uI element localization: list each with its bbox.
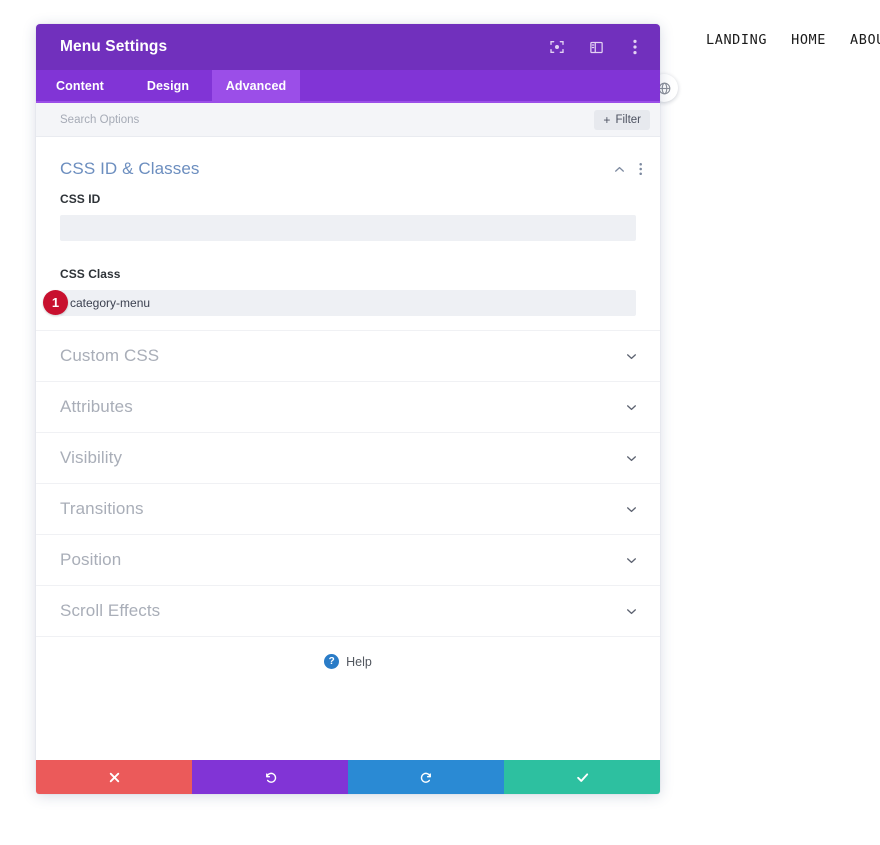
field-label: CSS ID [60, 192, 636, 206]
filter-button[interactable]: + Filter [594, 110, 650, 130]
checkmark-icon [575, 770, 590, 785]
section-row-label: Scroll Effects [60, 601, 625, 621]
nav-item-about[interactable]: ABOUT [850, 32, 880, 48]
field-css-class: CSS Class 1 [36, 262, 660, 316]
section-row-custom-css[interactable]: Custom CSS [36, 330, 660, 381]
chevron-down-icon[interactable] [625, 401, 638, 414]
section-css-id-and-classes: CSS ID & Classes [36, 137, 660, 330]
focus-target-icon[interactable] [548, 38, 566, 56]
menu-settings-modal: Menu Settings [36, 24, 660, 794]
search-bar: + Filter [36, 103, 660, 137]
undo-button[interactable] [192, 760, 348, 794]
section-row-position[interactable]: Position [36, 534, 660, 585]
modal-header: Menu Settings [36, 24, 660, 70]
section-row-label: Position [60, 550, 625, 570]
question-mark-icon: ? [324, 654, 339, 669]
help-area: ? Help [36, 636, 660, 686]
kebab-menu-icon[interactable] [626, 38, 644, 56]
save-button[interactable] [504, 760, 660, 794]
chevron-up-icon[interactable] [613, 163, 626, 176]
nav-item-landing[interactable]: LANDING [706, 32, 767, 48]
section-row-label: Attributes [60, 397, 625, 417]
modal-body: CSS ID & Classes [36, 137, 660, 760]
chevron-down-icon[interactable] [625, 452, 638, 465]
annotation-badge-1: 1 [43, 290, 68, 315]
css-id-input[interactable] [60, 215, 636, 241]
redo-button[interactable] [348, 760, 504, 794]
chevron-down-icon[interactable] [625, 605, 638, 618]
section-header-actions [613, 162, 642, 176]
section-row-label: Custom CSS [60, 346, 625, 366]
section-row-transitions[interactable]: Transitions [36, 483, 660, 534]
field-css-id: CSS ID [36, 187, 660, 241]
close-x-icon [108, 771, 121, 784]
panel-layout-icon[interactable] [587, 38, 605, 56]
plus-icon: + [603, 114, 610, 126]
tab-design[interactable]: Design [124, 70, 212, 101]
screen-root: LANDING HOME ABOUT Menu Settings [0, 0, 880, 845]
site-nav: LANDING HOME ABOUT [706, 32, 880, 48]
filter-button-label: Filter [615, 114, 641, 126]
section-row-label: Transitions [60, 499, 625, 519]
nav-item-home[interactable]: HOME [791, 32, 826, 48]
chevron-down-icon[interactable] [625, 350, 638, 363]
field-label: CSS Class [60, 267, 636, 281]
chevron-down-icon[interactable] [625, 554, 638, 567]
modal-footer [36, 760, 660, 794]
modal-header-actions [548, 38, 644, 56]
kebab-menu-icon[interactable] [639, 162, 642, 176]
section-row-visibility[interactable]: Visibility [36, 432, 660, 483]
section-row-attributes[interactable]: Attributes [36, 381, 660, 432]
modal-tabs: Content Design Advanced [36, 70, 660, 103]
tab-content[interactable]: Content [36, 70, 124, 101]
tab-advanced[interactable]: Advanced [212, 70, 300, 101]
undo-arrow-icon [263, 770, 278, 785]
section-row-label: Visibility [60, 448, 625, 468]
page-title: Menu Settings [60, 38, 548, 56]
section-row-scroll-effects[interactable]: Scroll Effects [36, 585, 660, 636]
help-button-label: Help [346, 655, 372, 669]
css-class-input[interactable] [60, 290, 636, 316]
section-title: CSS ID & Classes [60, 159, 613, 179]
chevron-down-icon[interactable] [625, 503, 638, 516]
redo-arrow-icon [419, 770, 434, 785]
search-input[interactable] [60, 114, 594, 126]
help-button[interactable]: ? Help [324, 654, 372, 669]
field-spacer [36, 241, 660, 262]
cancel-button[interactable] [36, 760, 192, 794]
section-header[interactable]: CSS ID & Classes [36, 137, 660, 187]
